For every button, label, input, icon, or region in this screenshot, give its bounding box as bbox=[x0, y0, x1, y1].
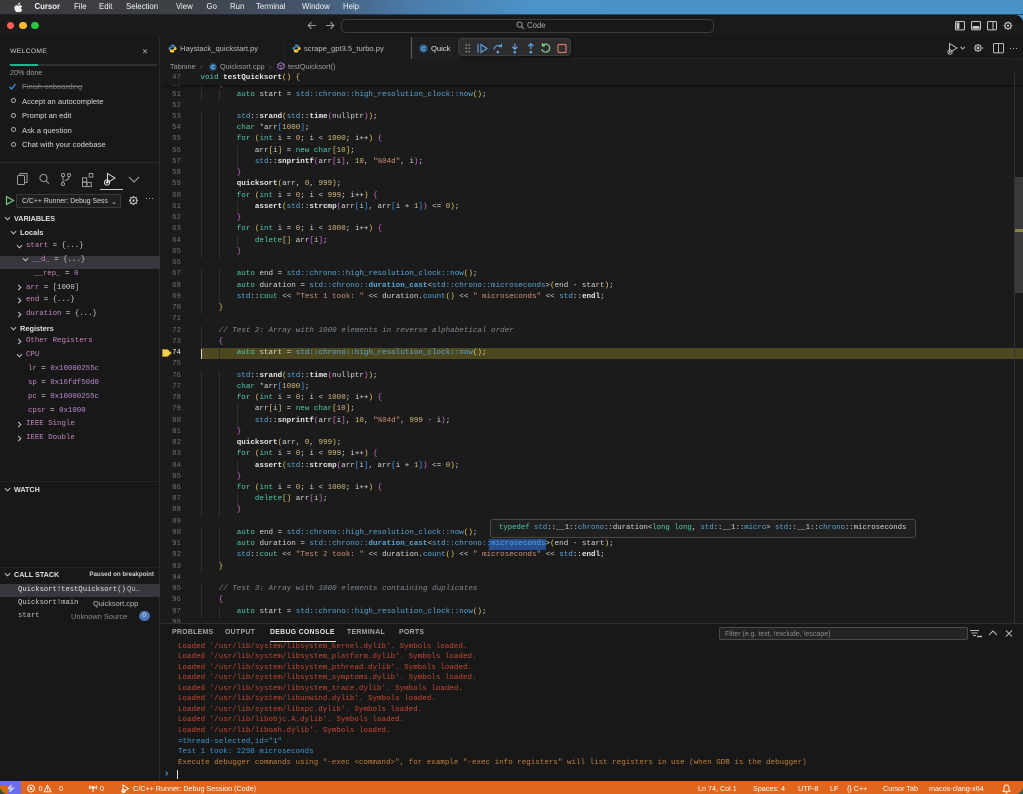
svg-text:C: C bbox=[211, 64, 215, 70]
svg-text:⋯: ⋯ bbox=[1009, 43, 1017, 53]
